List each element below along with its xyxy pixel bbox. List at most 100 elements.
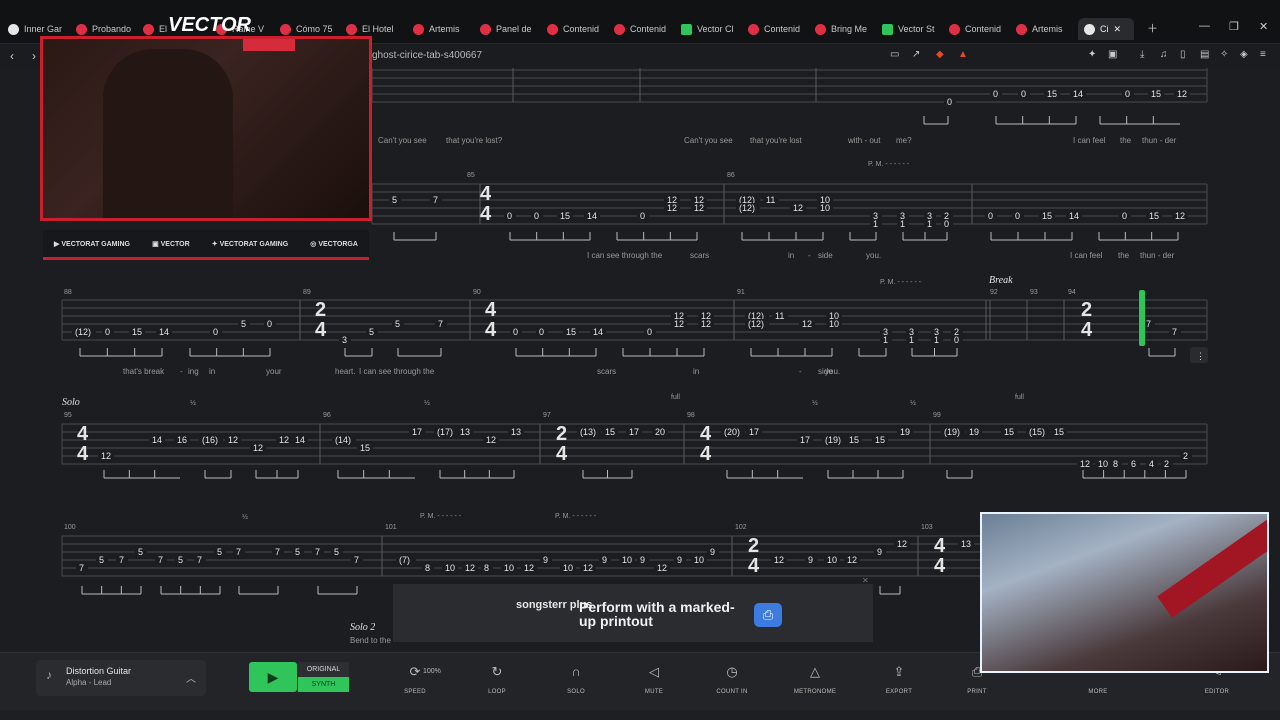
tool-mute[interactable]: ◁ MUTE [624,664,684,698]
browser-tab[interactable]: Panel de [480,18,542,40]
tab-note: 0 [1122,211,1127,221]
close-ad-icon[interactable]: ✕ [862,576,869,585]
browser-tab[interactable]: Contenid [949,18,1011,40]
lyric-text: in [788,251,794,260]
play-button[interactable]: ▶ [249,662,297,692]
tab-note: (12) [75,327,91,337]
leo-icon[interactable]: ✧ [1220,49,1228,60]
browser-tab[interactable]: Artemis [1016,18,1078,40]
bar-number: 88 [64,289,72,296]
menu-icon[interactable]: ≡ [1260,49,1266,60]
palm-mute-label: P. M. - - - - - - [555,513,597,520]
tool-speed[interactable]: ⟳ 100% SPEED [385,664,445,698]
maximize-button[interactable]: ❐ [1229,20,1239,33]
tab-note: 11 [766,195,775,205]
opera-icon [143,23,154,35]
tab-note: 5 [241,319,246,329]
browser-tab[interactable]: Vector Cl [681,18,743,40]
browser-tab[interactable]: Vector St [882,18,944,40]
download-icon[interactable]: ⤓ [1140,49,1144,60]
minimize-button[interactable]: — [1199,20,1210,32]
time-signature-top: 4 [480,183,492,205]
tab-note: 15 [1042,211,1052,221]
time-signature-top: 4 [934,535,946,557]
tool-solo[interactable]: ∩ SOLO [546,664,606,698]
browser-tab[interactable]: Contenid [614,18,676,40]
browser-tab[interactable]: Artemis [413,18,475,40]
lyric-text: - [180,367,183,376]
wallet-icon[interactable]: ▤ [1200,49,1209,60]
sidebar-icon[interactable]: ▯ [1180,49,1186,60]
tab-note: 10 [827,555,837,565]
music-icon[interactable]: ♫ [1160,49,1168,60]
extensions-icon[interactable]: ✦ [1088,49,1096,60]
tab-note: 1 [873,219,878,229]
browser-tab-label: El [159,24,168,34]
tab-note: 0 [213,327,218,337]
tab-note: 17 [629,427,639,437]
browser-tab[interactable]: Contenid [748,18,810,40]
tab-note: (20) [724,427,740,437]
back-icon[interactable]: ‹ [10,49,14,63]
tool-label: PRINT [967,689,987,695]
bend-to-text: Bend to the [350,636,391,645]
bend-half-label: ½ [910,399,916,407]
section-break: Break [989,275,1013,286]
forward-icon[interactable]: › [32,49,36,63]
tab-note: 12 [674,319,684,329]
tab-note: 19 [969,427,979,437]
lyric-text: in [209,367,215,376]
tool-count-in[interactable]: ◷ COUNT IN [702,664,762,698]
tab-note: 0 [1021,89,1026,99]
browser-tab[interactable]: Bring Me [815,18,877,40]
share-icon[interactable]: ↗ [912,49,920,60]
youtube-icon: ▶ VECTORAT GAMING [54,240,130,248]
cast-icon[interactable]: ▣ [1108,49,1117,60]
tab-note: 15 [1004,427,1014,437]
tab-note: 9 [677,555,682,565]
tool-loop[interactable]: ↻ LOOP [467,664,527,698]
play-icon: ▶ [267,668,279,685]
alert-icon[interactable]: ▲ [958,49,968,60]
mode-synth-button[interactable]: SYNTH [298,677,349,692]
tab-note: 0 [539,327,544,337]
tool-label: MUTE [644,689,664,695]
tab-note: 17 [749,427,759,437]
close-window-button[interactable]: ✕ [1259,20,1268,33]
tab-note: 10 [622,555,632,565]
lyric-text: your [266,367,282,376]
brave-shield-icon[interactable]: ◆ [936,49,944,60]
url-input[interactable]: ghost-cirice-tab-s400667 [372,50,482,61]
close-tab-icon[interactable]: ✕ [1114,24,1122,35]
browser-tab-label: Contenid [965,24,1002,34]
tab-note: 1 [909,335,914,345]
opera-icon [949,23,960,35]
tab-note: 15 [560,211,570,221]
lyric-text: scars [597,367,616,376]
chevron-up-icon[interactable]: ︿ [186,670,196,685]
time-signature-top: 2 [1081,299,1092,321]
tab-note: (7) [399,555,410,565]
tab-note: 5 [138,547,143,557]
tool-export[interactable]: ⇪ EXPORT [869,664,929,698]
tab-note: 5 [217,547,222,557]
active-tab[interactable]: Ci ✕ [1078,18,1134,40]
tab-note: 0 [640,211,645,221]
tab-note: 0 [954,335,959,345]
time-signature-bottom: 4 [748,555,760,577]
section-solo2: Solo 2 [350,622,375,633]
options-menu-glyph: ⋮ [1196,351,1205,361]
tab-note: 0 [647,327,652,337]
tool-metronome[interactable]: △ METRONOME [785,664,845,698]
lyric-text: I can feel [1070,251,1103,260]
tab-note: 7 [119,555,124,565]
screen-icon[interactable]: ▭ [890,49,899,60]
print-icon[interactable]: ⎙ [754,603,782,627]
mode-original-button[interactable]: ORIGINAL [298,662,349,677]
bar-number: 96 [323,412,331,419]
export-icon: ⇪ [893,664,905,679]
new-tab-button[interactable]: ＋ [1147,20,1158,36]
vpn-icon[interactable]: ◈ [1240,49,1248,60]
browser-tab[interactable]: Contenid [547,18,609,40]
browser-tab-label: Vector Cl [697,24,734,34]
